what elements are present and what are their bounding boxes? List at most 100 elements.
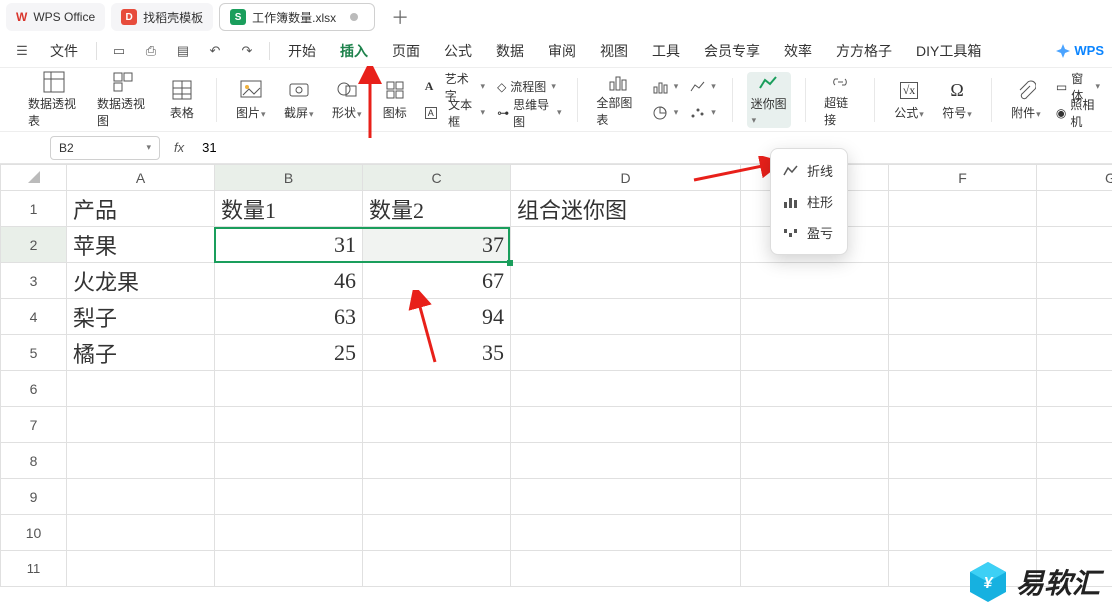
tab-ffgz[interactable]: 方方格子 [826, 37, 902, 65]
row-header[interactable]: 7 [1, 407, 67, 443]
cell[interactable]: 94 [363, 299, 511, 335]
all-charts-button[interactable]: 全部图表 [592, 72, 642, 128]
row-header[interactable]: 5 [1, 335, 67, 371]
cell[interactable] [889, 191, 1037, 227]
cell[interactable] [741, 479, 889, 515]
hamburger-icon[interactable]: ☰ [8, 38, 36, 64]
cell[interactable] [889, 227, 1037, 263]
tab-view[interactable]: 视图 [590, 37, 638, 65]
shapes-button[interactable]: 形状▾ [327, 72, 367, 128]
cell[interactable]: 数量1 [215, 191, 363, 227]
cell[interactable] [889, 407, 1037, 443]
col-header-c[interactable]: C [363, 165, 511, 191]
cell[interactable] [889, 479, 1037, 515]
row-header[interactable]: 3 [1, 263, 67, 299]
cell[interactable] [889, 371, 1037, 407]
tab-efficiency[interactable]: 效率 [774, 37, 822, 65]
app-tab[interactable]: W WPS Office [6, 3, 105, 31]
sparkline-line-item[interactable]: 折线 [771, 155, 847, 186]
cell[interactable] [511, 551, 741, 587]
camera-button[interactable]: ◉ 照相机 [1054, 102, 1102, 124]
cell[interactable] [511, 335, 741, 371]
textbox-button[interactable]: A 文本框▾ [423, 102, 487, 124]
pie-chart-button[interactable]: ▾ [651, 102, 681, 124]
row-header[interactable]: 9 [1, 479, 67, 515]
row-header[interactable]: 4 [1, 299, 67, 335]
sparkline-column-item[interactable]: 柱形 [771, 186, 847, 217]
cell[interactable]: 苹果 [67, 227, 215, 263]
cell[interactable] [67, 407, 215, 443]
cell[interactable]: 产品 [67, 191, 215, 227]
line-chart-button[interactable]: ▾ [688, 76, 718, 98]
cell[interactable]: 梨子 [67, 299, 215, 335]
sparkline-button[interactable]: 迷你图▾ [747, 72, 792, 128]
cell[interactable] [511, 515, 741, 551]
cell[interactable] [741, 551, 889, 587]
cell[interactable] [511, 263, 741, 299]
cell[interactable] [1037, 407, 1112, 443]
save-icon[interactable]: ▭ [105, 38, 133, 64]
cell[interactable] [889, 263, 1037, 299]
cell[interactable] [741, 299, 889, 335]
cell[interactable] [67, 371, 215, 407]
cell[interactable] [363, 371, 511, 407]
bar-chart-button[interactable]: ▾ [651, 76, 681, 98]
cell[interactable] [215, 371, 363, 407]
cell[interactable] [1037, 443, 1112, 479]
print-icon[interactable]: ⎙ [137, 38, 165, 64]
tab-diy[interactable]: DIY工具箱 [906, 37, 991, 65]
wps-ai-brand[interactable]: WPS [1056, 43, 1104, 58]
cell[interactable] [215, 479, 363, 515]
cell[interactable] [1037, 263, 1112, 299]
wordart-button[interactable]: A 艺术字▾ [423, 76, 487, 98]
cell[interactable] [1037, 191, 1112, 227]
tab-insert[interactable]: 插入 [330, 37, 378, 65]
tab-page[interactable]: 页面 [382, 37, 430, 65]
formula-button[interactable]: √x 公式▾ [889, 72, 929, 128]
template-tab[interactable]: D 找稻壳模板 [111, 3, 213, 31]
cell[interactable]: 35 [363, 335, 511, 371]
close-icon[interactable] [350, 13, 358, 21]
cell[interactable] [511, 407, 741, 443]
col-header-b[interactable]: B [215, 165, 363, 191]
flowchart-button[interactable]: ◇ 流程图▾ [495, 76, 563, 98]
cell[interactable] [889, 515, 1037, 551]
table-button[interactable]: 表格 [162, 72, 202, 128]
cell[interactable]: 46 [215, 263, 363, 299]
row-header[interactable]: 11 [1, 551, 67, 587]
cell[interactable] [1037, 335, 1112, 371]
new-tab-button[interactable]: ＋ [381, 4, 419, 30]
scatter-chart-button[interactable]: ▾ [688, 102, 718, 124]
tab-review[interactable]: 审阅 [538, 37, 586, 65]
cell[interactable] [741, 515, 889, 551]
selection-handle[interactable] [507, 260, 513, 266]
screenshot-button[interactable]: 截屏▾ [279, 72, 319, 128]
cell[interactable] [363, 407, 511, 443]
cell[interactable] [741, 443, 889, 479]
name-box[interactable]: B2 ▾ [50, 136, 160, 160]
cell[interactable] [363, 551, 511, 587]
cell[interactable] [215, 551, 363, 587]
grid[interactable]: A B C D E F G 1 产品 数量1 数量2 组合迷你图 2 苹果 31… [0, 164, 1112, 587]
cell[interactable] [1037, 299, 1112, 335]
cell[interactable] [511, 227, 741, 263]
preview-icon[interactable]: ▤ [169, 38, 197, 64]
cell[interactable] [889, 299, 1037, 335]
cell[interactable] [889, 335, 1037, 371]
cell[interactable]: 31 [215, 227, 363, 263]
cell[interactable]: 组合迷你图 [511, 191, 741, 227]
cell[interactable] [67, 479, 215, 515]
tab-member[interactable]: 会员专享 [694, 37, 770, 65]
fx-icon[interactable]: fx [168, 140, 190, 155]
cell[interactable] [363, 515, 511, 551]
redo-icon[interactable]: ↷ [233, 38, 261, 64]
pivot-table-button[interactable]: 数据透视表 [24, 72, 85, 128]
tab-start[interactable]: 开始 [278, 37, 326, 65]
workbook-tab[interactable]: S 工作簿数量.xlsx [219, 3, 375, 31]
cell[interactable] [67, 443, 215, 479]
row-header[interactable]: 1 [1, 191, 67, 227]
cell[interactable] [363, 443, 511, 479]
symbol-button[interactable]: Ω 符号▾ [937, 72, 977, 128]
cell[interactable] [67, 515, 215, 551]
icons-button[interactable]: 图标 [375, 72, 415, 128]
